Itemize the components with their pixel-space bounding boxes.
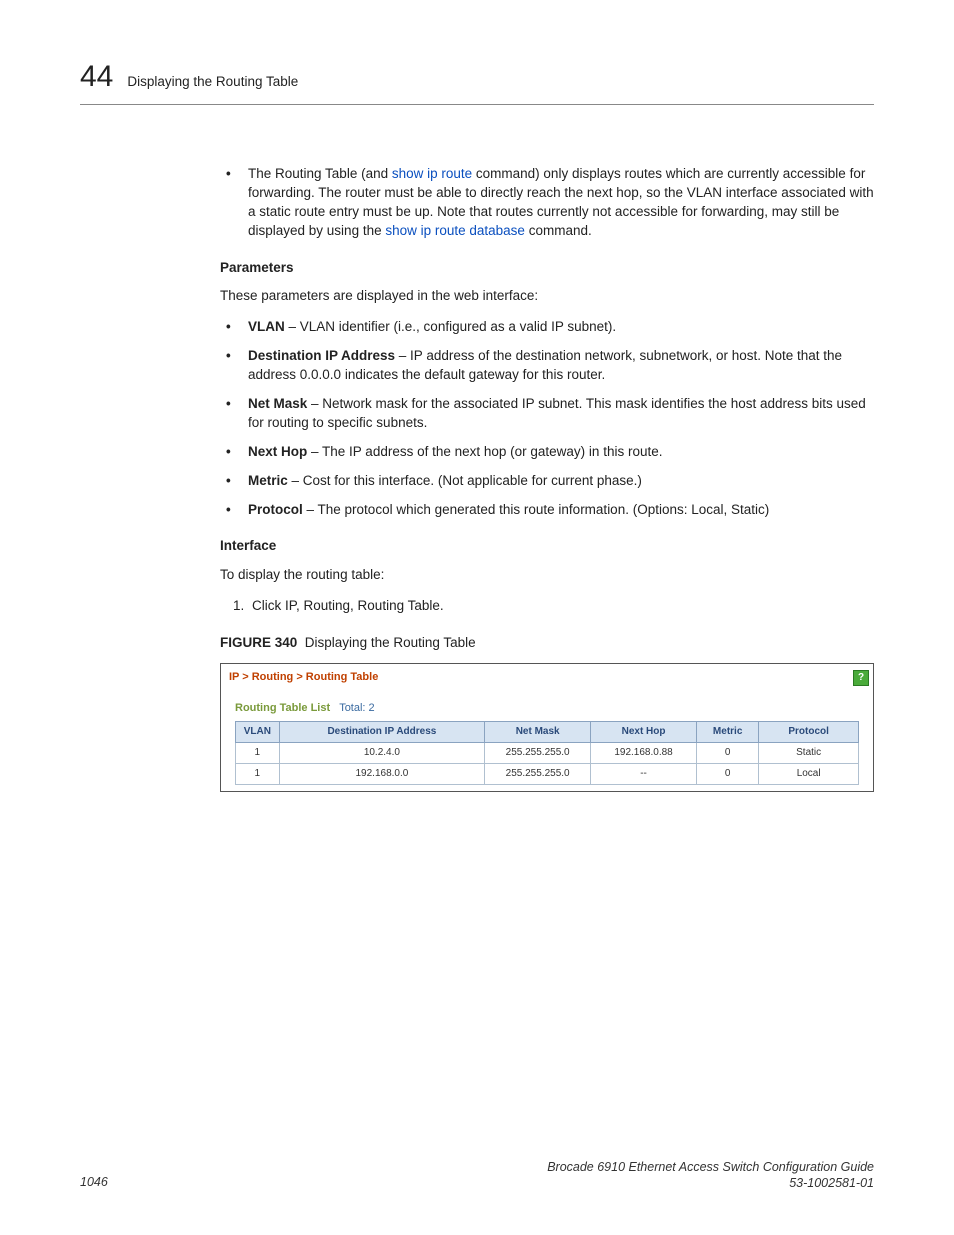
total-label: Total: (339, 702, 365, 714)
running-header: 44 Displaying the Routing Table (80, 56, 874, 105)
cell-vlan: 1 (236, 763, 280, 784)
col-header-dest: Destination IP Address (279, 721, 485, 742)
doc-title: Brocade 6910 Ethernet Access Switch Conf… (547, 1159, 874, 1175)
text-fragment: The Routing Table (and (248, 166, 392, 181)
param-dest-ip: Destination IP Address – IP address of t… (220, 347, 874, 385)
param-term: Destination IP Address (248, 348, 395, 363)
doc-info: Brocade 6910 Ethernet Access Switch Conf… (547, 1159, 874, 1192)
cell-metric: 0 (697, 763, 759, 784)
cell-mask: 255.255.255.0 (485, 742, 591, 763)
intro-bullet: The Routing Table (and show ip route com… (220, 165, 874, 241)
help-icon[interactable]: ? (853, 670, 869, 686)
col-header-protocol: Protocol (759, 721, 859, 742)
routing-table: VLAN Destination IP Address Net Mask Nex… (235, 721, 859, 785)
parameters-list: VLAN – VLAN identifier (i.e., configured… (220, 318, 874, 519)
cell-metric: 0 (697, 742, 759, 763)
col-header-metric: Metric (697, 721, 759, 742)
routing-table-list-title: Routing Table List Total: 2 (235, 701, 871, 716)
interface-intro: To display the routing table: (220, 566, 874, 585)
cell-hop: -- (591, 763, 697, 784)
col-header-mask: Net Mask (485, 721, 591, 742)
param-metric: Metric – Cost for this interface. (Not a… (220, 472, 874, 491)
param-term: Protocol (248, 502, 303, 517)
body-content: The Routing Table (and show ip route com… (220, 165, 874, 792)
param-protocol: Protocol – The protocol which generated … (220, 501, 874, 520)
cell-mask: 255.255.255.0 (485, 763, 591, 784)
table-header-row: VLAN Destination IP Address Net Mask Nex… (236, 721, 859, 742)
page-number: 1046 (80, 1174, 108, 1192)
col-header-hop: Next Hop (591, 721, 697, 742)
param-term: Metric (248, 473, 288, 488)
cell-dest: 10.2.4.0 (279, 742, 485, 763)
param-term: Next Hop (248, 444, 307, 459)
interface-steps: Click IP, Routing, Routing Table. (220, 597, 874, 616)
link-show-ip-route[interactable]: show ip route (392, 166, 472, 181)
param-desc: – The IP address of the next hop (or gat… (307, 444, 662, 459)
cell-vlan: 1 (236, 742, 280, 763)
breadcrumb: IP > Routing > Routing Table (225, 668, 382, 687)
figure-frame: IP > Routing > Routing Table ? Routing T… (220, 663, 874, 792)
chapter-number: 44 (80, 56, 113, 98)
total-value: 2 (369, 702, 375, 714)
cell-dest: 192.168.0.0 (279, 763, 485, 784)
param-vlan: VLAN – VLAN identifier (i.e., configured… (220, 318, 874, 337)
intro-bullet-list: The Routing Table (and show ip route com… (220, 165, 874, 241)
figure-caption: FIGURE 340 Displaying the Routing Table (220, 634, 874, 653)
param-desc: – The protocol which generated this rout… (303, 502, 770, 517)
list-title-text: Routing Table List (235, 702, 330, 714)
param-desc: – Cost for this interface. (Not applicab… (288, 473, 642, 488)
figure-label: FIGURE 340 (220, 635, 297, 650)
cell-proto: Local (759, 763, 859, 784)
param-desc: – Network mask for the associated IP sub… (248, 396, 866, 430)
page-footer: 1046 Brocade 6910 Ethernet Access Switch… (80, 1159, 874, 1192)
parameters-heading: Parameters (220, 259, 874, 278)
doc-number: 53-1002581-01 (547, 1175, 874, 1191)
param-term: Net Mask (248, 396, 307, 411)
interface-step-1: Click IP, Routing, Routing Table. (248, 597, 874, 616)
text-fragment: command. (525, 223, 592, 238)
chapter-title: Displaying the Routing Table (127, 73, 298, 92)
table-row: 1 192.168.0.0 255.255.255.0 -- 0 Local (236, 763, 859, 784)
parameters-intro: These parameters are displayed in the we… (220, 287, 874, 306)
cell-proto: Static (759, 742, 859, 763)
interface-heading: Interface (220, 537, 874, 556)
param-term: VLAN (248, 319, 285, 334)
param-desc: – VLAN identifier (i.e., configured as a… (285, 319, 616, 334)
param-nexthop: Next Hop – The IP address of the next ho… (220, 443, 874, 462)
table-row: 1 10.2.4.0 255.255.255.0 192.168.0.88 0 … (236, 742, 859, 763)
param-netmask: Net Mask – Network mask for the associat… (220, 395, 874, 433)
link-show-ip-route-database[interactable]: show ip route database (385, 223, 525, 238)
col-header-vlan: VLAN (236, 721, 280, 742)
cell-hop: 192.168.0.88 (591, 742, 697, 763)
figure-title: Displaying the Routing Table (305, 635, 476, 650)
